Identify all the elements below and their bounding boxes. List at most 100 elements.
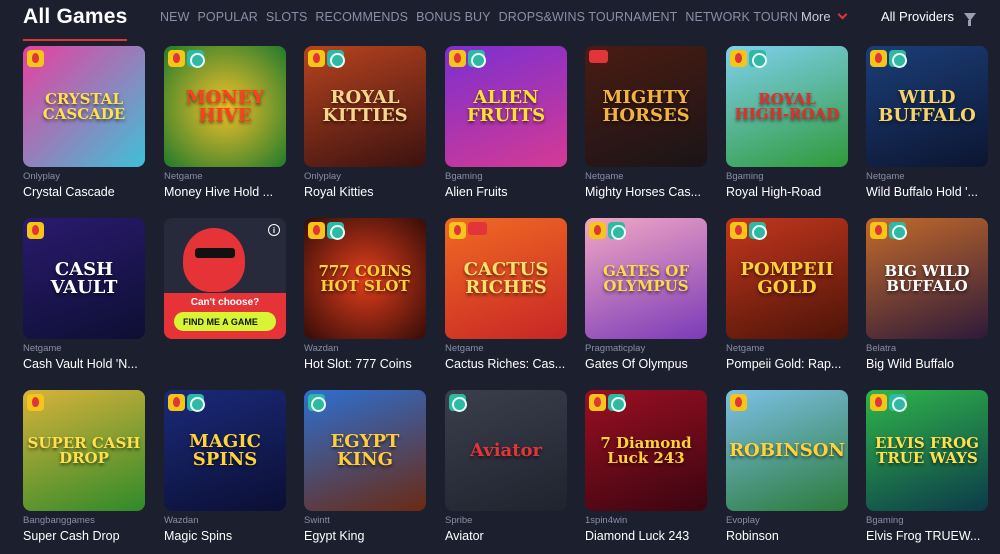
game-card[interactable]: Aviator Spribe Aviator	[445, 390, 567, 543]
game-thumbnail[interactable]: 777 COINS HOT SLOT	[304, 218, 426, 339]
game-card[interactable]: GATES OF OLYMPUS Pragmaticplay Gates Of Ol…	[585, 218, 707, 371]
game-thumbnail[interactable]: CACTUS RICHES	[445, 218, 567, 339]
game-card[interactable]: ROYAL HIGH-ROAD Bgaming Royal High-Road	[726, 46, 848, 199]
game-finder-promo[interactable]: i Can't choose? FIND ME A GAME	[164, 218, 286, 339]
hot-fire-icon	[589, 394, 606, 411]
hot-fire-icon	[27, 50, 44, 67]
game-title[interactable]: Crystal Cascade	[23, 185, 145, 199]
bonus-buy-icon	[327, 222, 345, 240]
game-card[interactable]: SUPER CASH DROP Bangbanggames Super Cash D…	[23, 390, 145, 543]
game-card[interactable]: MAGIC SPINS Wazdan Magic Spins	[164, 390, 286, 543]
game-title[interactable]: Elvis Frog TRUEW...	[866, 529, 988, 543]
game-title[interactable]: Big Wild Buffalo	[866, 357, 988, 371]
hot-fire-icon	[589, 222, 606, 239]
info-icon[interactable]: i	[268, 224, 280, 236]
nav-tab-recommends[interactable]: RECOMMENDS	[315, 10, 408, 24]
hot-fire-icon	[730, 394, 747, 411]
game-card[interactable]: CRYSTAL CASCADE Onlyplay Crystal Cascade	[23, 46, 145, 199]
game-card[interactable]: CASH VAULT Netgame Cash Vault Hold 'N...	[23, 218, 145, 371]
game-card[interactable]: MIGHTY HORSES Netgame Mighty Horses Cas...	[585, 46, 707, 199]
game-logo: MONEY HIVE	[185, 86, 265, 126]
new-badge-icon	[468, 222, 487, 235]
game-card[interactable]: ELVIS FROG TRUE WAYS Bgaming Elvis Frog TR…	[866, 390, 988, 543]
game-title[interactable]: Royal High-Road	[726, 185, 848, 199]
game-provider: Bgaming	[445, 171, 483, 182]
game-thumbnail[interactable]: SUPER CASH DROP	[23, 390, 145, 511]
game-title[interactable]: Super Cash Drop	[23, 529, 145, 543]
game-thumbnail[interactable]: ROBINSON	[726, 390, 848, 511]
game-title[interactable]: Gates Of Olympus	[585, 357, 707, 371]
game-thumbnail[interactable]: ELVIS FROG TRUE WAYS	[866, 390, 988, 511]
game-title[interactable]: Alien Fruits	[445, 185, 567, 199]
game-logo: CASH VAULT	[50, 258, 118, 298]
hot-fire-icon	[308, 50, 325, 67]
find-me-a-game-button[interactable]: FIND ME A GAME	[174, 312, 276, 331]
game-card[interactable]: WILD BUFFALO Netgame Wild Buffalo Hold '..…	[866, 46, 988, 199]
game-thumbnail[interactable]: CRYSTAL CASCADE	[23, 46, 145, 167]
hot-fire-icon	[730, 222, 747, 239]
game-logo: ROBINSON	[729, 439, 845, 461]
badges	[449, 50, 486, 68]
game-card[interactable]: CACTUS RICHES Netgame Cactus Riches: Cas..…	[445, 218, 567, 371]
badges	[27, 50, 44, 67]
category-nav: NEW POPULAR SLOTS RECOMMENDS BONUS BUY DROPS&…	[160, 10, 806, 24]
game-thumbnail[interactable]: MIGHTY HORSES	[585, 46, 707, 167]
game-title[interactable]: Wild Buffalo Hold '...	[866, 185, 988, 199]
game-title[interactable]: Hot Slot: 777 Coins	[304, 357, 426, 371]
game-thumbnail[interactable]: BIG WILD BUFFALO	[866, 218, 988, 339]
game-thumbnail[interactable]: ROYAL KITTIES	[304, 46, 426, 167]
game-logo: 777 COINS HOT SLOT	[318, 261, 412, 295]
game-card[interactable]: ALIEN FRUITS Bgaming Alien Fruits	[445, 46, 567, 199]
game-card[interactable]: 7 Diamond Luck 243 1spin4win Diamond Luck …	[585, 390, 707, 543]
game-title[interactable]: Robinson	[726, 529, 848, 543]
game-title[interactable]: Mighty Horses Cas...	[585, 185, 707, 199]
nav-tab-bonus-buy[interactable]: BONUS BUY	[416, 10, 491, 24]
more-label: More	[801, 9, 831, 24]
game-logo: MIGHTY HORSES	[602, 86, 690, 126]
game-provider: Netgame	[23, 343, 62, 354]
game-card[interactable]: POMPEII GOLD Netgame Pompeii Gold: Rap...	[726, 218, 848, 371]
nav-tab-popular[interactable]: POPULAR	[197, 10, 257, 24]
game-thumbnail[interactable]: EGYPT KING	[304, 390, 426, 511]
game-thumbnail[interactable]: Aviator	[445, 390, 567, 511]
nav-tab-slots[interactable]: SLOTS	[266, 10, 308, 24]
game-title[interactable]: Money Hive Hold ...	[164, 185, 286, 199]
game-title[interactable]: Cash Vault Hold 'N...	[23, 357, 145, 371]
game-logo: ELVIS FROG TRUE WAYS	[875, 433, 979, 467]
game-title[interactable]: Pompeii Gold: Rap...	[726, 357, 848, 371]
game-thumbnail[interactable]: CASH VAULT	[23, 218, 145, 339]
game-provider: Netgame	[445, 343, 484, 354]
nav-tab-drops-wins-tournament[interactable]: DROPS&WINS TOURNAMENT	[499, 10, 678, 24]
game-thumbnail[interactable]: MAGIC SPINS	[164, 390, 286, 511]
game-thumbnail[interactable]: POMPEII GOLD	[726, 218, 848, 339]
game-title[interactable]: Royal Kitties	[304, 185, 426, 199]
game-thumbnail[interactable]: ROYAL HIGH-ROAD	[726, 46, 848, 167]
game-logo: MAGIC SPINS	[188, 430, 261, 470]
badges	[308, 394, 326, 412]
hot-fire-icon	[449, 50, 466, 67]
more-dropdown[interactable]: More	[801, 9, 848, 24]
game-logo: ALIEN FRUITS	[466, 86, 546, 126]
game-thumbnail[interactable]: GATES OF OLYMPUS	[585, 218, 707, 339]
game-title[interactable]: Aviator	[445, 529, 567, 543]
game-thumbnail[interactable]: 7 Diamond Luck 243	[585, 390, 707, 511]
game-title[interactable]: Cactus Riches: Cas...	[445, 357, 567, 371]
providers-filter[interactable]: All Providers	[881, 9, 976, 26]
game-card[interactable]: MONEY HIVE Netgame Money Hive Hold ...	[164, 46, 286, 199]
game-card[interactable]: ROBINSON Evoplay Robinson	[726, 390, 848, 543]
game-card[interactable]: BIG WILD BUFFALO Belatra Big Wild Buffalo	[866, 218, 988, 371]
game-thumbnail[interactable]: WILD BUFFALO	[866, 46, 988, 167]
chevron-down-icon	[837, 9, 848, 20]
game-card[interactable]: 777 COINS HOT SLOT Wazdan Hot Slot: 777 Co…	[304, 218, 426, 371]
game-card[interactable]: ROYAL KITTIES Onlyplay Royal Kitties	[304, 46, 426, 199]
nav-tab-network-tourn[interactable]: NETWORK TOURN	[685, 10, 798, 24]
nav-tab-new[interactable]: NEW	[160, 10, 189, 24]
game-thumbnail[interactable]: MONEY HIVE	[164, 46, 286, 167]
game-logo: POMPEII GOLD	[740, 258, 834, 298]
hot-fire-icon	[870, 222, 887, 239]
game-title[interactable]: Egypt King	[304, 529, 426, 543]
game-title[interactable]: Magic Spins	[164, 529, 286, 543]
game-card[interactable]: EGYPT KING Swintt Egypt King	[304, 390, 426, 543]
game-title[interactable]: Diamond Luck 243	[585, 529, 707, 543]
game-thumbnail[interactable]: ALIEN FRUITS	[445, 46, 567, 167]
